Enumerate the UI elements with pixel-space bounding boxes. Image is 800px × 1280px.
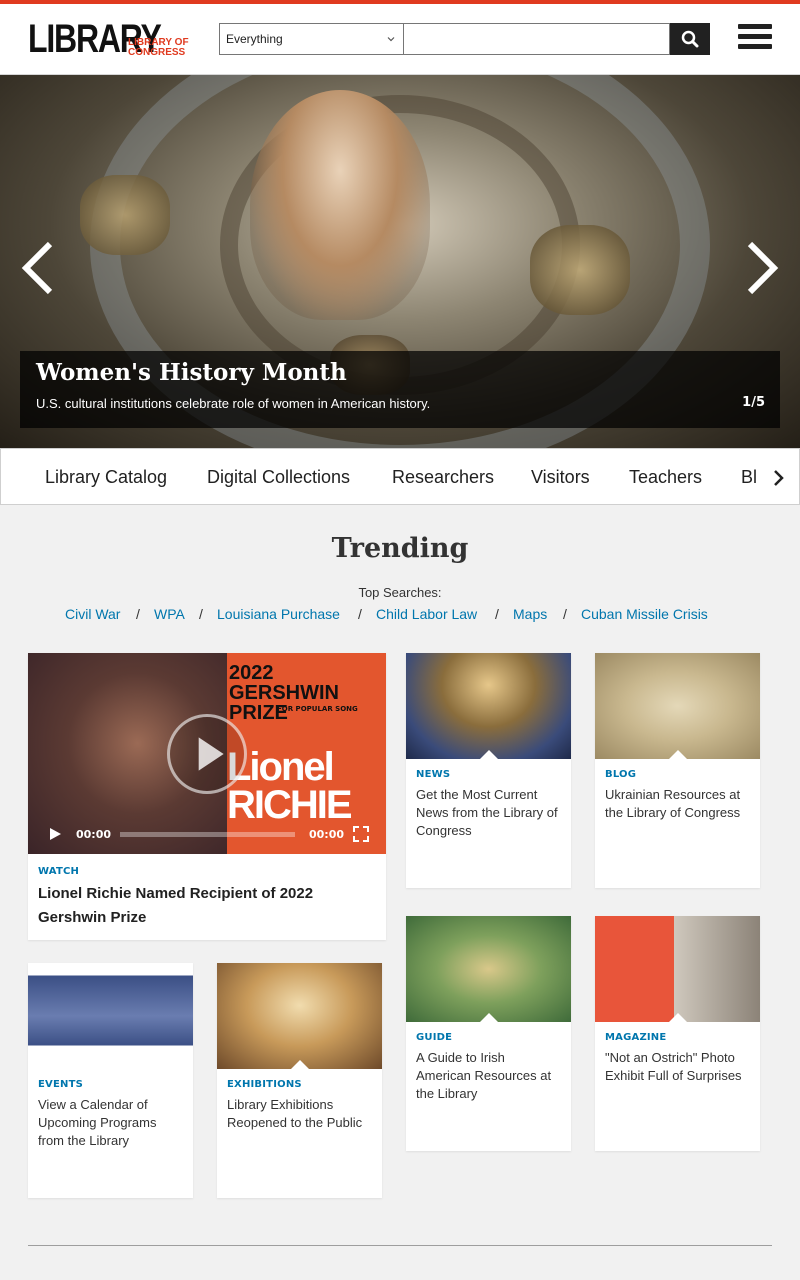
link-separator: / bbox=[136, 606, 140, 622]
top-searches-links: Civil War / WPA / Louisiana Purchase / C… bbox=[0, 606, 800, 626]
card-image bbox=[217, 963, 382, 1069]
video-card[interactable]: 2022 GERSHWIN PRIZE FOR POPULAR SONG Lio… bbox=[28, 653, 386, 940]
card-image bbox=[406, 916, 571, 1022]
link-separator: / bbox=[495, 606, 499, 622]
card-title[interactable]: "Not an Ostrich" Photo Exhibit Full of S… bbox=[605, 1049, 750, 1085]
video-player[interactable]: 2022 GERSHWIN PRIZE FOR POPULAR SONG Lio… bbox=[28, 653, 386, 854]
site-header: LIBRARY LIBRARY OF CONGRESS Everything bbox=[0, 4, 800, 75]
news-card[interactable]: NEWS Get the Most Current News from the … bbox=[406, 653, 571, 888]
search-link-louisiana-purchase[interactable]: Louisiana Purchase bbox=[217, 606, 340, 622]
search-link-cuban-missile-crisis[interactable]: Cuban Missile Crisis bbox=[581, 606, 708, 622]
events-card[interactable]: EVENTS View a Calendar of Upcoming Progr… bbox=[28, 963, 193, 1198]
search-link-maps[interactable]: Maps bbox=[513, 606, 547, 622]
card-image bbox=[595, 916, 760, 1022]
card-category: BLOG bbox=[605, 769, 637, 780]
chevron-right-icon[interactable] bbox=[744, 240, 780, 296]
video-progress-bar[interactable] bbox=[120, 832, 295, 837]
search-input[interactable] bbox=[403, 23, 671, 55]
exhibitions-card[interactable]: EXHIBITIONS Library Exhibitions Reopened… bbox=[217, 963, 382, 1198]
hero-carousel: Women's History Month U.S. cultural inst… bbox=[0, 75, 800, 448]
guide-card[interactable]: GUIDE A Guide to Irish American Resource… bbox=[406, 916, 571, 1151]
video-duration: 00:00 bbox=[309, 828, 345, 841]
card-category: NEWS bbox=[416, 769, 451, 780]
play-icon[interactable] bbox=[48, 827, 62, 841]
card-category: EVENTS bbox=[38, 1079, 83, 1090]
poster-headline: 2022 GERSHWIN PRIZE bbox=[229, 662, 339, 724]
audience-nav: Library Catalog Digital Collections Rese… bbox=[0, 448, 800, 505]
card-image bbox=[595, 653, 760, 759]
logo-subtitle: LIBRARY OF CONGRESS bbox=[128, 37, 189, 58]
slide-counter: 1/5 bbox=[742, 395, 765, 410]
card-category: MAGAZINE bbox=[605, 1032, 667, 1043]
card-image bbox=[28, 963, 193, 1069]
tab-digital-collections[interactable]: Digital Collections bbox=[207, 467, 350, 488]
link-separator: / bbox=[199, 606, 203, 622]
chevron-left-icon[interactable] bbox=[20, 240, 56, 296]
card-category: EXHIBITIONS bbox=[227, 1079, 302, 1090]
hamburger-menu-icon[interactable] bbox=[738, 24, 772, 54]
tab-library-catalog[interactable]: Library Catalog bbox=[45, 467, 167, 488]
poster-subline: FOR POPULAR SONG bbox=[277, 705, 358, 713]
card-category: WATCH bbox=[38, 866, 80, 877]
magazine-card[interactable]: MAGAZINE "Not an Ostrich" Photo Exhibit … bbox=[595, 916, 760, 1151]
search-button[interactable] bbox=[670, 23, 710, 55]
search-link-wpa[interactable]: WPA bbox=[154, 606, 185, 622]
chevron-down-icon bbox=[387, 37, 395, 42]
link-separator: / bbox=[358, 606, 362, 622]
card-title[interactable]: Lionel Richie Named Recipient of 2022 Ge… bbox=[38, 882, 376, 930]
search-scope-select[interactable]: Everything bbox=[219, 23, 404, 55]
trending-heading: Trending bbox=[331, 533, 469, 564]
tab-blogs-partial[interactable]: Bl bbox=[741, 467, 757, 488]
tab-teachers[interactable]: Teachers bbox=[629, 467, 702, 488]
search-scope-value: Everything bbox=[226, 32, 283, 46]
blog-card[interactable]: BLOG Ukrainian Resources at the Library … bbox=[595, 653, 760, 888]
search-link-civil-war[interactable]: Civil War bbox=[65, 606, 120, 622]
hero-title: Women's History Month bbox=[36, 359, 347, 386]
play-icon[interactable] bbox=[167, 714, 247, 794]
search-bar: Everything bbox=[219, 23, 710, 55]
video-controls: 00:00 00:00 bbox=[28, 823, 386, 845]
tab-researchers[interactable]: Researchers bbox=[392, 467, 494, 488]
link-separator: / bbox=[563, 606, 567, 622]
card-title[interactable]: A Guide to Irish American Resources at t… bbox=[416, 1049, 561, 1103]
search-icon bbox=[681, 30, 699, 48]
card-title[interactable]: Library Exhibitions Reopened to the Publ… bbox=[227, 1096, 372, 1132]
tab-visitors[interactable]: Visitors bbox=[531, 467, 590, 488]
fullscreen-icon[interactable] bbox=[353, 826, 369, 842]
card-title[interactable]: View a Calendar of Upcoming Programs fro… bbox=[38, 1096, 183, 1150]
search-link-child-labor-law[interactable]: Child Labor Law bbox=[376, 606, 477, 622]
card-title[interactable]: Ukrainian Resources at the Library of Co… bbox=[605, 786, 750, 822]
chevron-right-icon[interactable] bbox=[773, 469, 785, 487]
card-image bbox=[406, 653, 571, 759]
hero-subtitle: U.S. cultural institutions celebrate rol… bbox=[36, 396, 431, 411]
card-title[interactable]: Get the Most Current News from the Libra… bbox=[416, 786, 561, 840]
section-divider bbox=[28, 1245, 772, 1246]
video-current-time: 00:00 bbox=[76, 828, 112, 841]
poster-name: Lionel RICHIE bbox=[227, 745, 353, 827]
library-logo[interactable]: LIBRARY LIBRARY OF CONGRESS bbox=[28, 18, 190, 60]
top-searches-label: Top Searches: bbox=[358, 585, 442, 600]
hero-caption[interactable]: Women's History Month U.S. cultural inst… bbox=[20, 351, 780, 428]
card-category: GUIDE bbox=[416, 1032, 453, 1043]
